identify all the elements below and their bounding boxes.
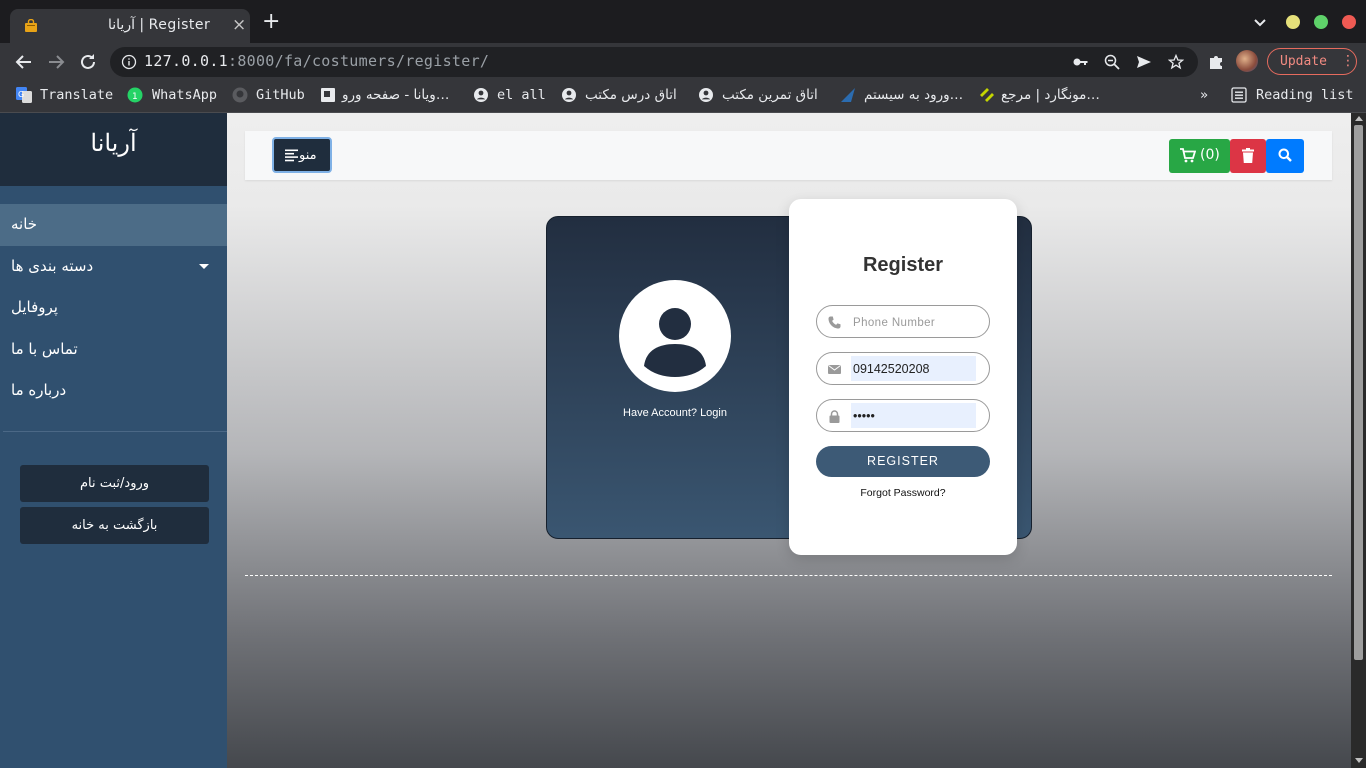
account-circle-icon [474, 88, 488, 102]
sidebar-item-categories[interactable]: دسته بندی ها [0, 246, 227, 288]
star-icon[interactable] [1168, 54, 1184, 70]
email-input[interactable] [851, 356, 976, 381]
bookmark-whatsapp[interactable]: 1 WhatsApp [127, 86, 219, 106]
delete-button[interactable] [1230, 139, 1266, 173]
search-icon [1278, 148, 1292, 162]
reading-list[interactable]: Reading list [1231, 86, 1355, 106]
send-icon[interactable] [1136, 54, 1152, 70]
account-circle-icon [562, 88, 576, 102]
bookmarks-overflow[interactable]: » [1200, 86, 1214, 106]
register-submit-button[interactable]: REGISTER [816, 446, 990, 477]
login-link[interactable]: Have Account? Login [547, 407, 803, 419]
page-icon [321, 88, 335, 102]
sidebar-item-about[interactable]: درباره ما [0, 370, 227, 412]
whatsapp-icon: 1 [127, 87, 143, 103]
github-icon [232, 87, 248, 103]
sidebar-item-contact[interactable]: تماس با ما [0, 329, 227, 371]
brand-title: آریانا [90, 129, 137, 157]
caret-down-icon [199, 263, 209, 269]
new-tab-icon[interactable]: + [262, 11, 280, 33]
scroll-up-icon[interactable] [1355, 116, 1363, 121]
password-input[interactable] [851, 403, 976, 428]
bookmarks-bar: G Translate 1 WhatsApp GitHub ویانا - صف… [0, 80, 1366, 113]
info-icon[interactable] [121, 54, 137, 70]
menu-toggle-button[interactable]: منو [272, 137, 332, 173]
bookmark-translate[interactable]: G Translate [16, 86, 116, 106]
scroll-down-icon[interactable] [1355, 758, 1363, 763]
minimize-button[interactable] [1286, 15, 1300, 29]
main-content: منو (0) Have Account? Login Register Pho… [227, 113, 1351, 768]
login-register-button[interactable]: ورود/ثبت نام [20, 465, 209, 502]
blue-wing-icon [841, 88, 855, 102]
envelope-icon [828, 365, 841, 374]
extensions-puzzle-icon[interactable] [1207, 53, 1225, 71]
sidebar: آریانا خانه دسته بندی ها پروفایل تماس با… [0, 113, 227, 768]
bookmark-vorood[interactable]: ورود به سیستم… [840, 86, 968, 106]
profile-avatar[interactable] [1236, 50, 1258, 72]
browser-toolbar: 127.0.0.1:8000/fa/costumers/register/ Up… [0, 43, 1366, 80]
cart-icon [1180, 148, 1196, 163]
web-page: آریانا خانه دسته بندی ها پروفایل تماس با… [0, 113, 1366, 768]
update-button[interactable]: Update ⋮ [1267, 48, 1357, 75]
bookmark-mongard[interactable]: مونگارد | مرجع… [979, 86, 1109, 106]
tab-title: آریانا | Register [108, 17, 211, 33]
back-home-button[interactable]: بازگشت به خانه [20, 507, 209, 544]
sidebar-menu: خانه دسته بندی ها پروفایل تماس با ما درب… [0, 204, 227, 412]
register-title: Register [862, 254, 944, 276]
sidebar-brand[interactable]: آریانا [0, 113, 227, 186]
bookmark-github[interactable]: GitHub [232, 86, 308, 106]
password-field[interactable] [816, 399, 990, 432]
phone-input[interactable] [851, 309, 976, 334]
scrollbar-thumb[interactable] [1354, 125, 1363, 660]
svg-text:G: G [18, 90, 24, 99]
tab-close-icon[interactable]: × [232, 15, 246, 35]
reload-icon[interactable] [77, 51, 99, 73]
account-circle-icon [699, 88, 713, 102]
bookmark-otagh-tamrin[interactable]: اتاق تمرین مکتب [698, 86, 828, 106]
chevron-down-icon[interactable] [1252, 14, 1268, 30]
dashed-divider [245, 575, 1332, 576]
bag-favicon-icon [25, 19, 37, 32]
cart-button[interactable]: (0) [1169, 139, 1230, 173]
top-navbar: منو (0) [245, 131, 1332, 180]
bookmark-viyana[interactable]: ویانا - صفحه ورو… [320, 86, 460, 106]
bookmark-otagh-dars[interactable]: اتاق درس مکتب [561, 86, 687, 106]
email-field[interactable] [816, 352, 990, 385]
key-icon[interactable] [1072, 54, 1088, 70]
browser-tab[interactable]: آریانا | Register × [10, 9, 250, 43]
align-right-icon [285, 149, 298, 162]
close-window-button[interactable] [1342, 15, 1356, 29]
tab-strip: آریانا | Register × + [0, 0, 1366, 43]
url-text[interactable]: 127.0.0.1:8000/fa/costumers/register/ [144, 52, 489, 70]
phone-field[interactable] [816, 305, 990, 338]
forgot-password-link[interactable]: Forgot Password? [789, 487, 1017, 499]
svg-text:1: 1 [132, 92, 138, 102]
trash-icon [1242, 148, 1254, 163]
maximize-button[interactable] [1314, 15, 1328, 29]
google-translate-icon: G [16, 87, 32, 103]
sidebar-item-home[interactable]: خانه [0, 204, 227, 246]
forward-arrow-icon[interactable] [45, 51, 67, 73]
cart-count: (0) [1200, 147, 1220, 163]
sidebar-divider [3, 431, 227, 432]
back-arrow-icon[interactable] [13, 51, 35, 73]
mongard-icon [980, 88, 994, 102]
zoom-out-icon[interactable] [1104, 54, 1120, 70]
phone-icon [828, 316, 841, 329]
search-button[interactable] [1266, 139, 1304, 173]
user-avatar-icon [619, 280, 731, 392]
lock-icon [829, 410, 840, 423]
address-bar[interactable]: 127.0.0.1:8000/fa/costumers/register/ [110, 47, 1198, 77]
page-scrollbar[interactable] [1351, 113, 1366, 768]
reading-list-icon [1231, 87, 1247, 103]
bookmark-el-all[interactable]: el all [473, 86, 549, 106]
register-card: Register REGISTE [789, 199, 1017, 555]
kebab-menu-icon[interactable]: ⋮ [1341, 53, 1355, 69]
sidebar-item-profile[interactable]: پروفایل [0, 287, 227, 329]
